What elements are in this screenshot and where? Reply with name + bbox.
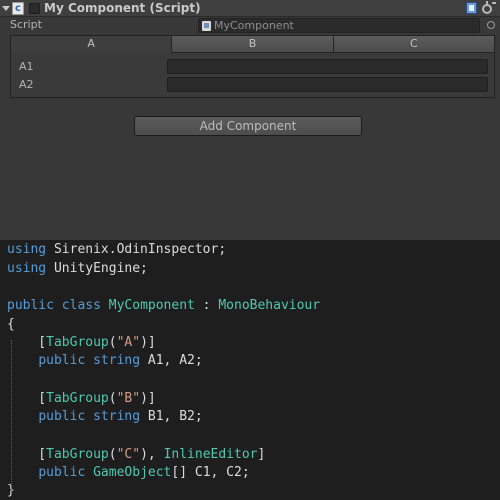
script-field-value: MyComponent <box>214 19 294 32</box>
component-header[interactable]: c My Component (Script) <box>0 0 500 17</box>
code-line: public string B1, B2; <box>38 409 203 424</box>
a2-text-field[interactable] <box>167 77 488 92</box>
code-line: [TabGroup("B")] <box>7 391 156 406</box>
inspector-panel: c My Component (Script) Script MyCompone… <box>0 0 500 240</box>
a1-text-field[interactable] <box>167 59 488 74</box>
field-label-a2: A2 <box>19 78 34 91</box>
object-picker-icon[interactable] <box>487 21 495 29</box>
csharp-script-icon: c <box>12 2 24 15</box>
add-component-button[interactable]: Add Component <box>134 116 362 136</box>
code-line: { <box>7 317 15 332</box>
script-label: Script <box>10 18 42 31</box>
gear-icon[interactable] <box>482 1 496 14</box>
tab-a[interactable]: A <box>11 36 173 53</box>
tab-b[interactable]: B <box>172 36 334 53</box>
code-line: [TabGroup("A")] <box>7 335 156 350</box>
script-file-icon <box>202 21 211 31</box>
code-line: public string A1, A2; <box>38 353 203 368</box>
indent-guide <box>11 340 12 492</box>
code-line: public GameObject[] C1, C2; <box>38 465 250 480</box>
tab-bar: A B C <box>11 36 494 53</box>
foldout-arrow-icon[interactable] <box>2 6 10 11</box>
field-label-a1: A1 <box>19 60 34 73</box>
help-book-icon[interactable] <box>466 2 477 14</box>
script-object-field[interactable]: MyComponent <box>198 18 480 33</box>
code-line: using Sirenix.OdinInspector; <box>7 242 227 257</box>
code-line: [TabGroup("C"), InlineEditor] <box>7 447 266 462</box>
tab-group: A B C A1 A2 <box>10 35 495 98</box>
code-line: public class MyComponent : MonoBehaviour <box>7 298 321 313</box>
component-enable-checkbox[interactable] <box>29 3 40 14</box>
component-title: My Component (Script) <box>44 1 201 15</box>
tab-c[interactable]: C <box>333 36 494 53</box>
code-line: using UnityEngine; <box>7 261 148 276</box>
